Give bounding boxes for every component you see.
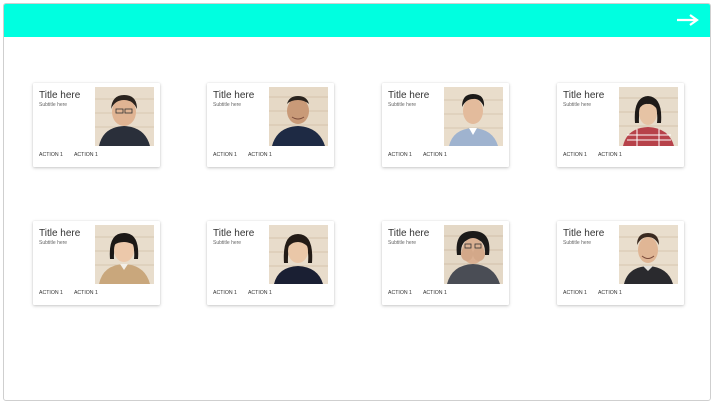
card-title: Title here: [388, 90, 430, 101]
top-bar: [4, 4, 710, 37]
profile-card: Title here Subtitle here ACTION 1 ACTION …: [557, 221, 684, 305]
action-button[interactable]: ACTION 1: [39, 152, 63, 158]
card-subtitle: Subtitle here: [388, 240, 417, 246]
action-button[interactable]: ACTION 1: [213, 152, 237, 158]
card-title: Title here: [39, 228, 81, 239]
action-button[interactable]: ACTION 1: [213, 290, 237, 296]
card-subtitle: Subtitle here: [39, 102, 68, 108]
card-actions: ACTION 1 ACTION 1: [213, 290, 283, 296]
action-button[interactable]: ACTION 1: [563, 152, 587, 158]
arrow-right-icon[interactable]: [676, 12, 700, 28]
profile-card: Title here Subtitle here ACTION 1 ACTION …: [207, 83, 334, 167]
card-title: Title here: [213, 90, 255, 101]
person-photo: [444, 87, 503, 146]
action-button[interactable]: ACTION 1: [248, 290, 272, 296]
card-subtitle: Subtitle here: [213, 102, 242, 108]
card-subtitle: Subtitle here: [563, 102, 592, 108]
card-actions: ACTION 1 ACTION 1: [388, 152, 458, 158]
person-photo: [619, 87, 678, 146]
card-title: Title here: [388, 228, 430, 239]
action-button[interactable]: ACTION 1: [388, 290, 412, 296]
card-actions: ACTION 1 ACTION 1: [39, 290, 109, 296]
profile-card: Title here Subtitle here ACTION 1 ACTION …: [207, 221, 334, 305]
card-subtitle: Subtitle here: [39, 240, 68, 246]
person-photo: [269, 87, 328, 146]
profile-card: Title here Subtitle here ACTION 1 ACTION …: [33, 83, 160, 167]
card-title: Title here: [563, 228, 605, 239]
person-photo: [95, 87, 154, 146]
action-button[interactable]: ACTION 1: [388, 152, 412, 158]
person-photo: [619, 225, 678, 284]
card-actions: ACTION 1 ACTION 1: [388, 290, 458, 296]
action-button[interactable]: ACTION 1: [598, 152, 622, 158]
card-actions: ACTION 1 ACTION 1: [563, 152, 633, 158]
action-button[interactable]: ACTION 1: [248, 152, 272, 158]
action-button[interactable]: ACTION 1: [563, 290, 587, 296]
profile-card: Title here Subtitle here ACTION 1 ACTION …: [382, 83, 509, 167]
action-button[interactable]: ACTION 1: [74, 290, 98, 296]
person-photo: [269, 225, 328, 284]
card-actions: ACTION 1 ACTION 1: [563, 290, 633, 296]
action-button[interactable]: ACTION 1: [423, 290, 447, 296]
card-subtitle: Subtitle here: [563, 240, 592, 246]
card-title: Title here: [39, 90, 81, 101]
card-title: Title here: [213, 228, 255, 239]
card-title: Title here: [563, 90, 605, 101]
card-actions: ACTION 1 ACTION 1: [213, 152, 283, 158]
app-frame: Title here Subtitle here ACTION 1 ACTION …: [3, 3, 711, 401]
card-actions: ACTION 1 ACTION 1: [39, 152, 109, 158]
action-button[interactable]: ACTION 1: [74, 152, 98, 158]
action-button[interactable]: ACTION 1: [423, 152, 447, 158]
action-button[interactable]: ACTION 1: [39, 290, 63, 296]
action-button[interactable]: ACTION 1: [598, 290, 622, 296]
profile-card: Title here Subtitle here ACTION 1 ACTION …: [557, 83, 684, 167]
card-subtitle: Subtitle here: [388, 102, 417, 108]
card-subtitle: Subtitle here: [213, 240, 242, 246]
profile-card: Title here Subtitle here ACTION 1 ACTION …: [33, 221, 160, 305]
person-photo: [444, 225, 503, 284]
profile-card: Title here Subtitle here ACTION 1 ACTION …: [382, 221, 509, 305]
person-photo: [95, 225, 154, 284]
